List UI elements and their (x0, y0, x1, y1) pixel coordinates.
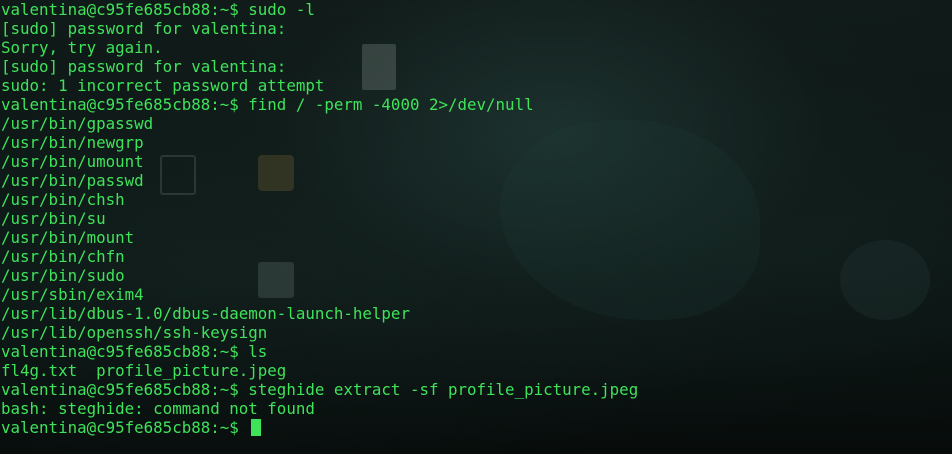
terminal-output: valentina@c95fe685cb88:~$ sudo -l [sudo] … (1, 0, 638, 437)
terminal-command-line: valentina@c95fe685cb88:~$ find / -perm -… (1, 95, 638, 114)
terminal-output-line: /usr/lib/openssh/ssh-keysign (1, 323, 268, 342)
terminal-output-line: [sudo] password for valentina: (1, 19, 287, 38)
terminal-output-line: /usr/bin/chsh (1, 190, 125, 209)
wallpaper-shape (840, 240, 930, 320)
command-text: steghide extract -sf profile_picture.jpe… (238, 380, 639, 399)
terminal-output-line: /usr/bin/gpasswd (1, 114, 154, 133)
terminal-output-line: /usr/bin/umount (1, 152, 144, 171)
terminal-output-line: /usr/sbin/exim4 (1, 285, 144, 304)
terminal-output-line: /usr/bin/passwd (1, 171, 144, 190)
command-text: sudo -l (238, 0, 315, 19)
terminal-output-line: [sudo] password for valentina: (1, 57, 287, 76)
shell-prompt: valentina@c95fe685cb88:~$ (1, 95, 239, 114)
terminal-output-line: /usr/lib/dbus-1.0/dbus-daemon-launch-hel… (1, 304, 410, 323)
command-text (239, 418, 249, 437)
terminal-command-line: valentina@c95fe685cb88:~$ ls (1, 342, 638, 361)
terminal-output-line: /usr/bin/chfn (1, 247, 125, 266)
terminal-output-line: bash: steghide: command not found (1, 399, 315, 418)
terminal-output-line: /usr/bin/newgrp (1, 133, 144, 152)
terminal-command-line: valentina@c95fe685cb88:~$ steghide extra… (1, 380, 638, 399)
shell-prompt: valentina@c95fe685cb88:~$ (1, 380, 239, 399)
terminal-output-line: /usr/bin/mount (1, 228, 135, 247)
terminal-output-line: Sorry, try again. (1, 38, 163, 57)
command-text: find / -perm -4000 2>/dev/null (238, 95, 534, 114)
shell-prompt: valentina@c95fe685cb88:~$ (1, 342, 239, 361)
shell-prompt: valentina@c95fe685cb88:~$ (1, 0, 239, 19)
terminal-output-line: fl4g.txt profile_picture.jpeg (1, 361, 287, 380)
terminal-output-line: /usr/bin/su (1, 209, 106, 228)
terminal-input-line[interactable]: valentina@c95fe685cb88:~$ (1, 418, 638, 437)
text-cursor (251, 419, 262, 436)
terminal-output-line: /usr/bin/sudo (1, 266, 125, 285)
command-text: ls (238, 342, 268, 361)
terminal-output-line: sudo: 1 incorrect password attempt (1, 76, 325, 95)
shell-prompt: valentina@c95fe685cb88:~$ (1, 418, 239, 437)
terminal-command-line: valentina@c95fe685cb88:~$ sudo -l (1, 0, 638, 19)
terminal-window[interactable]: valentina@c95fe685cb88:~$ sudo -l [sudo] … (0, 0, 952, 454)
